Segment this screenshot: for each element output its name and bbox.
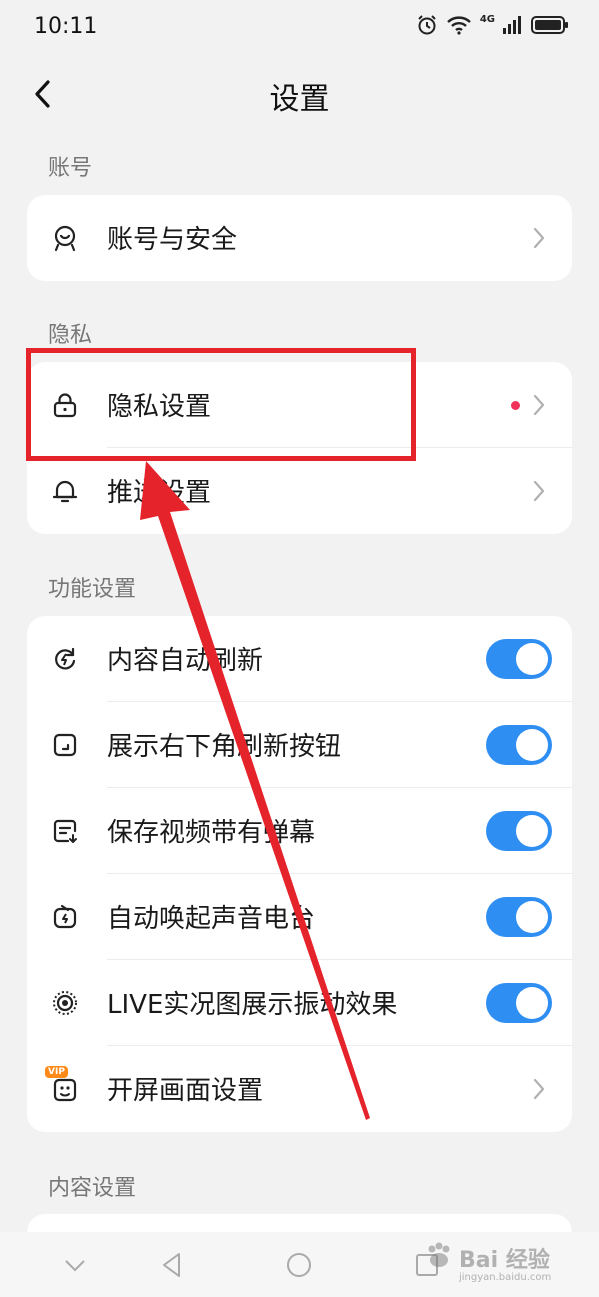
watermark-sub: jingyan.baidu.com bbox=[459, 1272, 552, 1283]
watermark-main: Bai 经验 bbox=[459, 1248, 550, 1273]
baidu-paw-icon bbox=[428, 1242, 450, 1267]
back-triangle-icon[interactable] bbox=[157, 1250, 187, 1280]
annotation-arrow bbox=[140, 461, 370, 1120]
chevron-down-icon[interactable] bbox=[60, 1250, 90, 1280]
watermark: Bai 经验 jingyan.baidu.com bbox=[419, 1232, 579, 1290]
home-circle-icon[interactable] bbox=[284, 1250, 314, 1280]
